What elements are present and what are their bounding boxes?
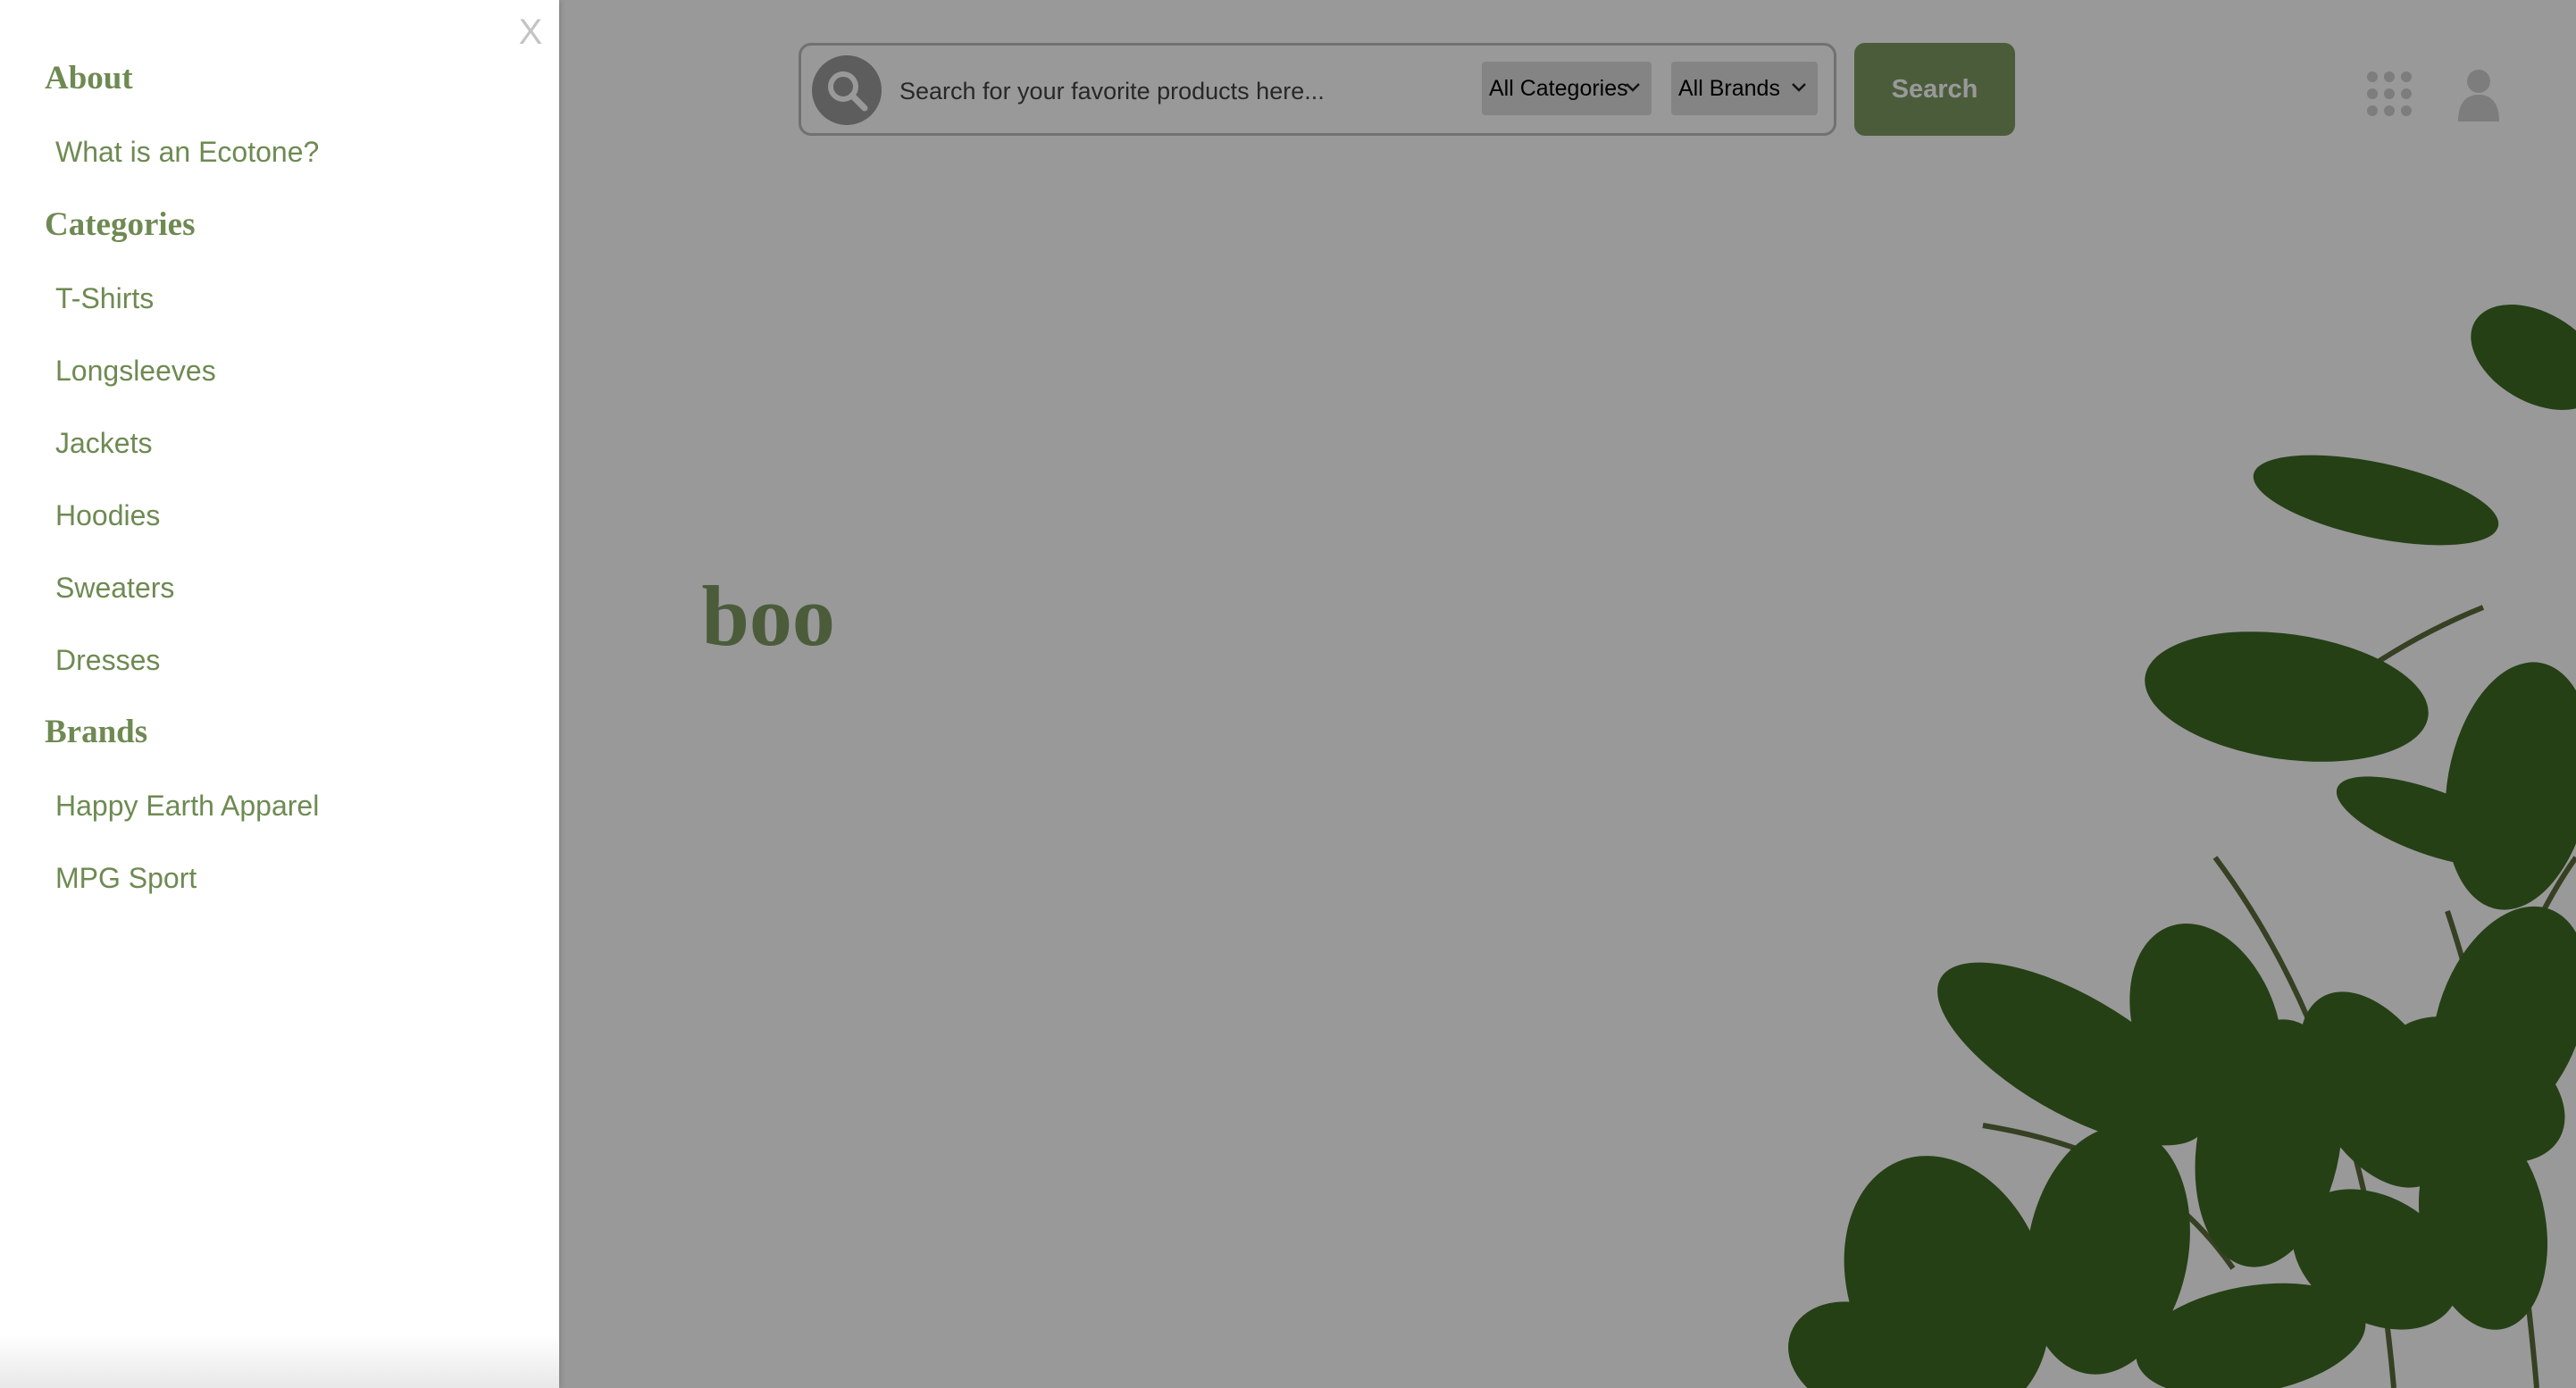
drawer-close-button[interactable]: X — [513, 11, 548, 54]
drawer-bottom-fade — [0, 1334, 559, 1388]
nav-link-sweaters[interactable]: Sweaters — [55, 572, 174, 605]
nav-link-mpg-sport[interactable]: MPG Sport — [55, 862, 197, 895]
section-title-about: About — [45, 60, 133, 96]
nav-link-hoodies[interactable]: Hoodies — [55, 499, 160, 532]
section-title-categories: Categories — [45, 206, 196, 243]
nav-link-happy-earth-apparel[interactable]: Happy Earth Apparel — [55, 790, 319, 823]
section-title-brands: Brands — [45, 714, 148, 750]
nav-link-longsleeves[interactable]: Longsleeves — [55, 355, 216, 388]
nav-link-dresses[interactable]: Dresses — [55, 644, 160, 677]
nav-link-what-is-ecotone[interactable]: What is an Ecotone? — [55, 136, 319, 169]
nav-link-jackets[interactable]: Jackets — [55, 427, 152, 460]
side-drawer: X About What is an Ecotone? Categories T… — [0, 0, 559, 1388]
nav-link-t-shirts[interactable]: T-Shirts — [55, 282, 154, 315]
